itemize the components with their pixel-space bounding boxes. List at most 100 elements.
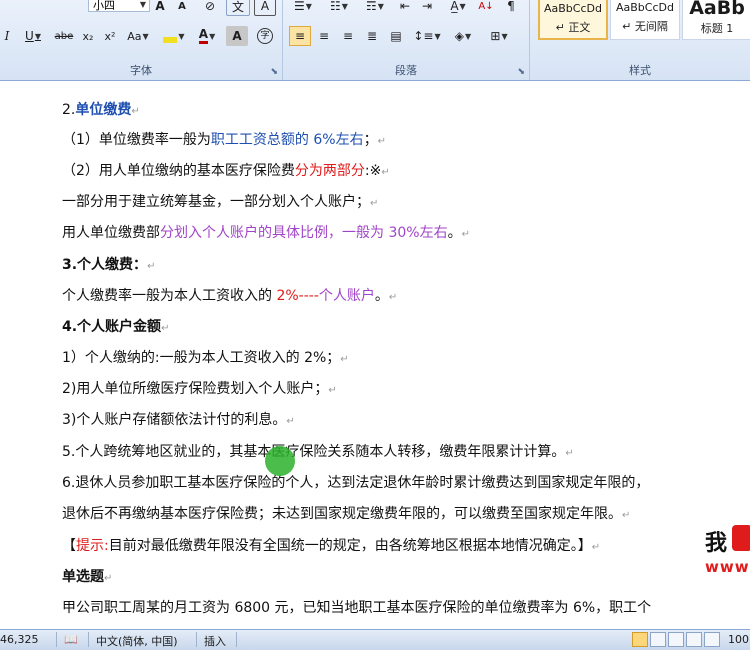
paragraph-mark-icon: ↵ [161, 323, 170, 334]
borders-button[interactable]: ⊞ ▼ [483, 26, 515, 46]
shrink-font-button[interactable]: A [172, 0, 192, 16]
sort-button[interactable]: A↓ [475, 0, 497, 16]
text-run: 。 [374, 288, 389, 304]
text-run: 。 [447, 225, 462, 241]
styles-group: AaBbCcDd ↵ 正文 AaBbCcDd ↵ 无间隔 AaBb 标题 1 样… [530, 0, 750, 80]
bullets-button[interactable]: ☰ ▼ [287, 0, 319, 16]
word-count[interactable]: 46,325 [0, 633, 39, 646]
font-size-dropdown[interactable]: 小四 ▼ [88, 0, 150, 12]
show-marks-button[interactable]: ¶ [501, 0, 521, 16]
document-line[interactable]: 6.退休人员参加职工基本医疗保险的个人，达到法定退休年龄时累计缴费达到国家规定年… [62, 472, 649, 492]
document-line[interactable]: 2.单位缴费↵ [62, 99, 140, 119]
paragraph-mark-icon: ↵ [377, 136, 386, 147]
align-left-icon: ≡ [294, 29, 306, 43]
paragraph-mark-icon: ↵ [340, 354, 349, 365]
numbering-button[interactable]: ☷ ▼ [323, 0, 355, 16]
grow-font-button[interactable]: A [150, 0, 170, 16]
phonetic-guide-button[interactable]: 文 [226, 0, 250, 16]
ribbon: 小四 ▼ A A ⊘ 文 A I U ▼ abe x₂ x² Aa ▼ ▼ A ▼ A … [0, 0, 750, 81]
underline-button[interactable]: U ▼ [18, 26, 48, 46]
increase-indent-icon: ⇥ [421, 0, 433, 13]
style-normal[interactable]: AaBbCcDd ↵ 正文 [538, 0, 608, 40]
document-line[interactable]: （2）用人单位缴纳的基本医疗保险费分为两部分:※↵ [62, 160, 390, 180]
style-heading-1[interactable]: AaBb 标题 1 [682, 0, 750, 40]
document-line[interactable]: 2)用人单位所缴医疗保险费划入个人账户；↵ [62, 378, 337, 398]
language-indicator[interactable]: 中文(简体, 中国) [96, 633, 178, 649]
paragraph-mark-icon: ↵ [565, 448, 574, 459]
align-left-button[interactable]: ≡ [289, 26, 311, 46]
outline-view-button[interactable] [686, 632, 702, 647]
italic-button[interactable]: I [0, 26, 14, 46]
enclose-char-button[interactable]: 字 [254, 26, 276, 46]
full-screen-reading-view-button[interactable] [650, 632, 666, 647]
text-run: :※ [364, 163, 382, 179]
border-grid-icon: ⊞ [490, 29, 501, 43]
enclosed-char-icon: 字 [257, 28, 273, 44]
char-border-button[interactable]: A [254, 0, 276, 16]
paragraph-mark-icon: ↵ [147, 261, 156, 272]
font-size-value: 小四 [93, 0, 115, 12]
document-line[interactable]: 甲公司职工周某的月工资为 6800 元，已知当地职工基本医疗保险的单位缴费率为 … [62, 597, 651, 617]
char-shading-button[interactable]: A [226, 26, 248, 46]
draft-view-button[interactable] [704, 632, 720, 647]
document-line[interactable]: 单选题↵ [62, 566, 112, 586]
style-no-spacing[interactable]: AaBbCcDd ↵ 无间隔 [610, 0, 680, 40]
chinese-layout-button[interactable]: A̲ ▼ [443, 0, 473, 16]
text-run: 3.个人缴费： [62, 257, 148, 273]
text-run: 3)个人账户存储额依法计付的利息。 [62, 412, 287, 428]
document-line[interactable]: 退休后不再缴纳基本医疗保险费；未达到国家规定缴费年限的，可以缴费至国家规定年限。… [62, 503, 630, 523]
highlighter-icon [163, 37, 178, 43]
paragraph-mark-icon: ↵ [388, 292, 398, 303]
document-line[interactable]: 3)个人账户存储额依法计付的利息。↵ [62, 409, 295, 429]
document-line[interactable]: 5.个人跨统筹地区就业的，其基本医疗保险关系随本人转移，缴费年限累计计算。↵ [62, 441, 574, 461]
document-line[interactable]: 4.个人账户金额↵ [62, 316, 169, 336]
paragraph-mark-icon: ↵ [328, 385, 337, 396]
print-layout-view-button[interactable] [632, 632, 648, 647]
web-layout-view-button[interactable] [668, 632, 684, 647]
document-line[interactable]: 一部分用于建立统筹基金，一部分划入个人账户；↵ [62, 191, 378, 211]
document-line[interactable]: 用人单位缴费部分划入个人账户的具体比例，一般为 30%左右。↵ [62, 222, 470, 242]
document-line[interactable]: 3.个人缴费：↵ [62, 254, 155, 274]
watermark-url: www [705, 558, 750, 576]
text-run: ； [363, 132, 378, 148]
decrease-indent-icon: ⇤ [399, 0, 411, 13]
change-case-button[interactable]: Aa ▼ [122, 26, 154, 46]
distributed-icon: ▤ [390, 29, 402, 43]
paragraph-dialog-launcher-icon[interactable]: ⬊ [517, 67, 525, 77]
superscript-button[interactable]: x² [100, 26, 120, 46]
align-right-button[interactable]: ≡ [337, 26, 359, 46]
text-run: 分为两部分 [294, 163, 365, 179]
increase-indent-button[interactable]: ⇥ [417, 0, 437, 16]
line-spacing-button[interactable]: ↕≡ ▼ [411, 26, 443, 46]
justify-button[interactable]: ≣ [361, 26, 383, 46]
document-line[interactable]: 个人缴费率一般为本人工资收入的 2%----个人账户。↵ [62, 285, 397, 305]
document-line[interactable]: 【提示:目前对最低缴费年限没有全国统一的规定，由各统筹地区根据本地情况确定。】↵ [62, 535, 600, 555]
paragraph-group: ☰ ▼ ☷ ▼ ☶ ▼ ⇤ ⇥ A̲ ▼ A↓ ¶ ≡ ≡ ≡ ≣ ▤ ↕≡ ▼ ◈ ▼ ⊞… [283, 0, 530, 80]
multilevel-list-button[interactable]: ☶ ▼ [359, 0, 391, 16]
clear-format-button[interactable]: ⊘ [198, 0, 222, 16]
sort-icon: A↓ [478, 0, 494, 12]
text-run: 提示: [76, 538, 109, 554]
font-dialog-launcher-icon[interactable]: ⬊ [270, 67, 278, 77]
decrease-indent-button[interactable]: ⇤ [395, 0, 415, 16]
font-color-button[interactable]: A ▼ [192, 26, 222, 46]
subscript-button[interactable]: x₂ [78, 26, 98, 46]
insert-mode-indicator[interactable]: 插入 [204, 633, 226, 649]
shading-button[interactable]: ◈ ▼ [447, 26, 479, 46]
paragraph-mark-icon: ↵ [591, 542, 601, 553]
text-run: （1）单位缴费率一般为 [62, 132, 211, 148]
document-line[interactable]: 1）个人缴纳的:一般为本人工资收入的 2%；↵ [62, 347, 349, 367]
align-center-button[interactable]: ≡ [313, 26, 335, 46]
document-page[interactable]: 2.单位缴费↵ （1）单位缴费率一般为职工工资总额的 6%左右；↵ （2）用人单位缴… [0, 81, 750, 629]
highlight-color-button[interactable]: ▼ [158, 26, 190, 46]
document-line[interactable]: （1）单位缴费率一般为职工工资总额的 6%左右；↵ [62, 129, 386, 149]
text-run: 2. [62, 102, 76, 118]
text-run: 4.个人账户金额 [62, 319, 162, 335]
paragraph-group-label: 段落 [395, 64, 417, 77]
distributed-button[interactable]: ▤ [385, 26, 407, 46]
strikethrough-button[interactable]: abe [52, 26, 76, 46]
text-run: 用人单位缴费部 [62, 225, 160, 241]
zoom-level[interactable]: 100 [728, 633, 749, 646]
text-run: 个人账户 [318, 288, 375, 304]
proofing-icon[interactable]: 📖 [64, 633, 78, 646]
